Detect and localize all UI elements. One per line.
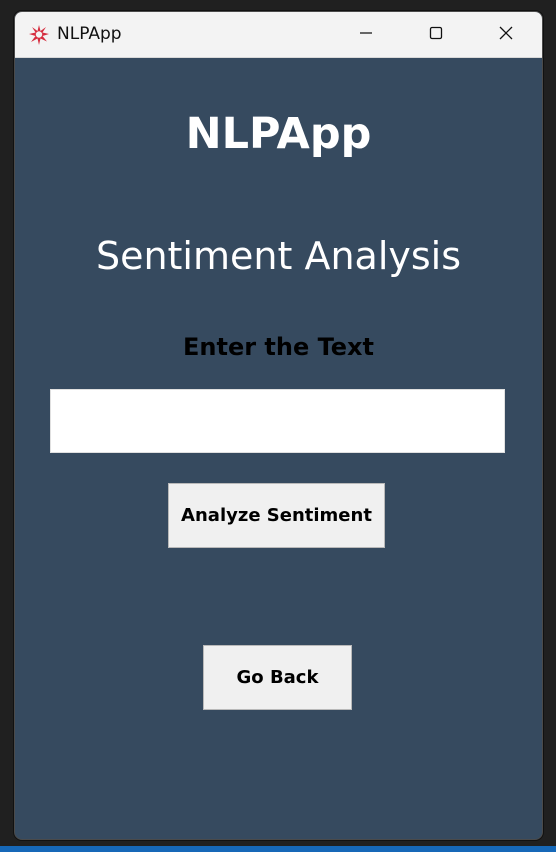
taskbar-edge — [0, 846, 556, 852]
close-button[interactable] — [471, 12, 541, 57]
go-back-button[interactable]: Go Back — [203, 645, 352, 710]
window-title: NLPApp — [57, 24, 122, 44]
title-bar[interactable]: NLPApp — [15, 12, 542, 58]
text-input[interactable] — [50, 389, 505, 453]
app-title: NLPApp — [185, 109, 372, 159]
close-icon — [498, 25, 514, 45]
minimize-button[interactable] — [331, 12, 401, 57]
minimize-icon — [358, 25, 374, 45]
input-label: Enter the Text — [182, 333, 375, 361]
maximize-button[interactable] — [401, 12, 471, 57]
app-splat-icon — [27, 23, 51, 47]
app-window: NLPApp NLPApp Sentiment Analysis Enter t… — [14, 11, 543, 840]
maximize-icon — [428, 25, 444, 45]
analyze-sentiment-button[interactable]: Analyze Sentiment — [168, 483, 385, 548]
section-title: Sentiment Analysis — [95, 234, 462, 278]
